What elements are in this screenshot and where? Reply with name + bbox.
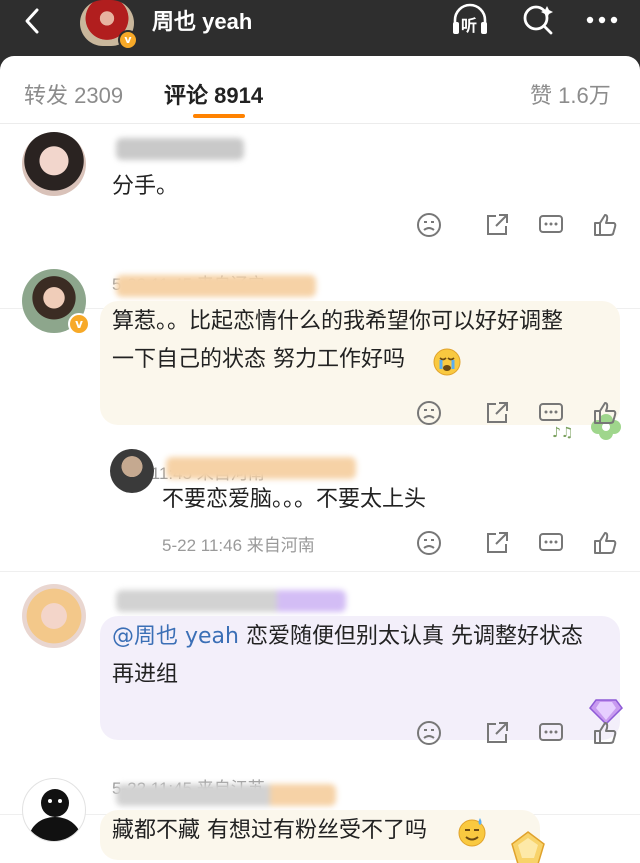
active-tab-indicator xyxy=(193,114,245,118)
top-nav-bar: v 周也 yeah 听 xyxy=(0,0,640,60)
listen-label: 听 xyxy=(461,16,478,35)
more-icon[interactable] xyxy=(582,2,622,38)
profile-avatar[interactable]: v xyxy=(80,0,138,50)
like-icon[interactable] xyxy=(592,530,618,556)
comments-sheet: 转发 2309 评论 8914 赞 1.6万 分手。 5-22 11:45 来自… xyxy=(0,56,640,863)
share-icon[interactable] xyxy=(484,400,510,426)
avatar[interactable] xyxy=(22,132,86,196)
comment-icon[interactable] xyxy=(538,530,564,556)
svg-text:♪♫: ♪♫ xyxy=(552,425,574,441)
sweat-emoji-icon xyxy=(458,818,486,847)
search-icon[interactable] xyxy=(518,2,558,38)
comment-text-line1: 算惹。。比起恋情什么的我希望你可以好好调整 xyxy=(112,309,564,334)
share-icon[interactable] xyxy=(484,530,510,556)
username-blurred[interactable] xyxy=(116,784,336,806)
comment-text-line2: 一下自己的状态 努力工作好吗 xyxy=(112,347,405,372)
share-icon[interactable] xyxy=(484,212,510,238)
like-icon[interactable] xyxy=(592,212,618,238)
comment-text-line2: 再进组 xyxy=(112,662,179,687)
listen-icon[interactable]: 听 xyxy=(450,2,490,38)
tab-bar: 转发 2309 评论 8914 赞 1.6万 xyxy=(0,56,640,124)
username-blurred[interactable] xyxy=(166,457,356,479)
dislike-icon[interactable] xyxy=(416,400,442,426)
avatar[interactable] xyxy=(22,778,86,842)
comment-icon[interactable] xyxy=(538,400,564,426)
dislike-icon[interactable] xyxy=(416,212,442,238)
back-arrow-icon[interactable] xyxy=(18,6,48,36)
comment-item: 藏都不藏 有想过有粉丝受不了吗 xyxy=(0,770,640,863)
comment-icon[interactable] xyxy=(538,720,564,746)
crying-emoji-icon xyxy=(433,348,461,376)
page-title[interactable]: 周也 yeah xyxy=(152,4,252,36)
avatar[interactable] xyxy=(110,449,154,493)
mention-link[interactable]: @周也 yeah xyxy=(112,624,239,649)
verified-badge-icon: v xyxy=(68,313,90,335)
comment-text: 藏都不藏 有想过有粉丝受不了吗 xyxy=(112,818,427,843)
username-blurred[interactable] xyxy=(116,138,244,160)
dislike-icon[interactable] xyxy=(416,720,442,746)
tab-likes[interactable]: 赞 1.6万 xyxy=(530,78,611,110)
verified-badge-icon: v xyxy=(118,30,138,50)
username-blurred[interactable] xyxy=(116,275,316,297)
dislike-icon[interactable] xyxy=(416,530,442,556)
avatar[interactable] xyxy=(22,584,86,648)
username-blurred[interactable] xyxy=(116,590,346,612)
share-icon[interactable] xyxy=(484,720,510,746)
reply-text: 不要恋爱脑。。。不要太上头 xyxy=(162,487,427,512)
comment-icon[interactable] xyxy=(538,212,564,238)
like-icon[interactable] xyxy=(592,720,618,746)
like-icon[interactable] xyxy=(592,400,618,426)
gem-decoration-icon xyxy=(511,831,545,863)
tab-reposts[interactable]: 转发 2309 xyxy=(24,78,123,110)
comment-text-line1: @周也 yeah 恋爱随便但别太认真 先调整好状态 xyxy=(112,618,583,656)
tab-comments[interactable]: 评论 8914 xyxy=(164,78,263,110)
comment-text-rest: 恋爱随便但别太认真 先调整好状态 xyxy=(238,624,583,649)
divider xyxy=(0,571,640,572)
reply-meta: 5-22 11:46 来自河南 xyxy=(162,536,315,555)
comment-text: 分手。 xyxy=(112,174,179,199)
